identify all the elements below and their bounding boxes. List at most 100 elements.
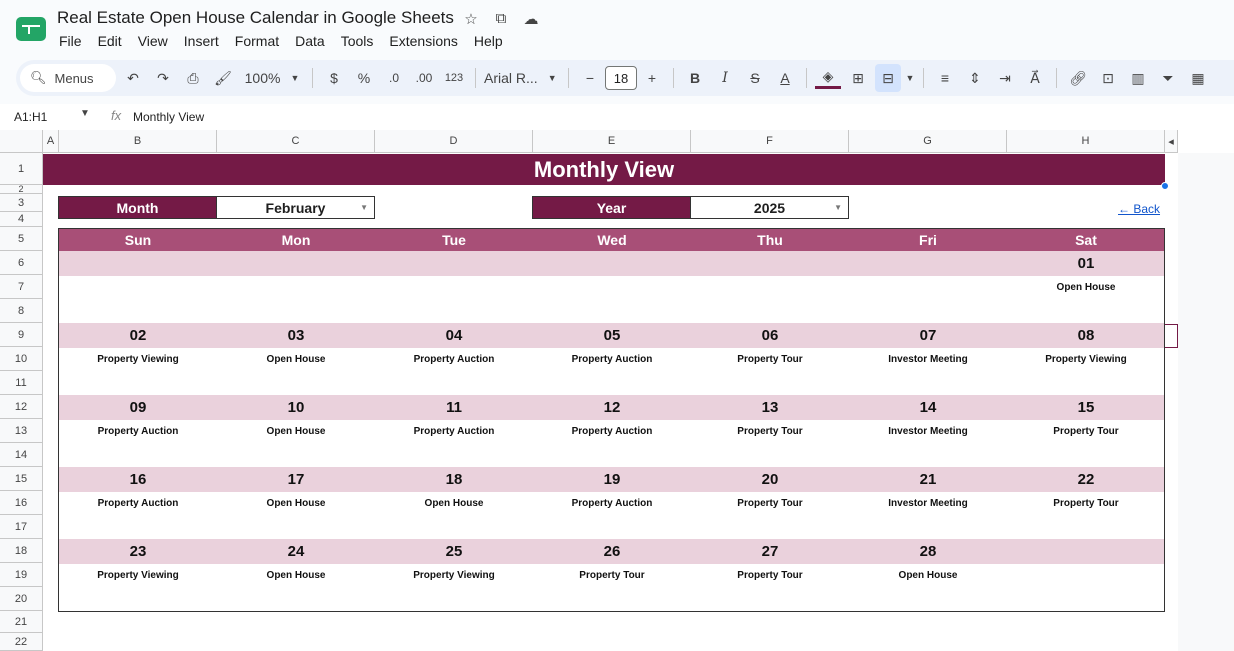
- calendar-event-label[interactable]: Property Auction: [59, 493, 217, 513]
- row-header-13[interactable]: 13: [0, 419, 43, 443]
- calendar-day-number[interactable]: 03: [217, 323, 375, 348]
- column-header-f[interactable]: F: [691, 130, 849, 153]
- row-header-11[interactable]: 11: [0, 371, 43, 395]
- menu-insert[interactable]: Insert: [184, 33, 219, 49]
- calendar-event-label[interactable]: [533, 277, 691, 297]
- cloud-status-icon[interactable]: ☁: [522, 10, 540, 28]
- row-header-15[interactable]: 15: [0, 467, 43, 491]
- menu-file[interactable]: File: [59, 33, 82, 49]
- calendar-event-label[interactable]: Open House: [217, 421, 375, 441]
- calendar-event-label[interactable]: [375, 277, 533, 297]
- row-header-20[interactable]: 20: [0, 587, 43, 611]
- calendar-day-number[interactable]: 04: [375, 323, 533, 348]
- calendar-event-label[interactable]: Open House: [1007, 277, 1165, 297]
- calendar-day-number[interactable]: 02: [59, 323, 217, 348]
- calendar-day-number[interactable]: 17: [217, 467, 375, 492]
- calendar-event-label[interactable]: Open House: [217, 493, 375, 513]
- row-header-12[interactable]: 12: [0, 395, 43, 419]
- decrease-font-size-icon[interactable]: −: [577, 64, 603, 92]
- number-format-button[interactable]: 123: [441, 64, 467, 92]
- insert-chart-icon[interactable]: ▥: [1125, 64, 1151, 92]
- insert-comment-icon[interactable]: ⊡: [1095, 64, 1121, 92]
- document-title[interactable]: Real Estate Open House Calendar in Googl…: [57, 8, 454, 28]
- year-dropdown[interactable]: 2025 ▼: [691, 196, 849, 219]
- calendar-event-label[interactable]: Investor Meeting: [849, 349, 1007, 369]
- calendar-event-label[interactable]: Open House: [217, 349, 375, 369]
- calendar-day-number[interactable]: 12: [533, 395, 691, 420]
- calendar-event-label[interactable]: Property Viewing: [59, 349, 217, 369]
- calendar-day-number[interactable]: [59, 251, 217, 276]
- text-wrapping-icon[interactable]: ⇥: [992, 64, 1018, 92]
- menu-edit[interactable]: Edit: [98, 33, 122, 49]
- calendar-day-number[interactable]: 10: [217, 395, 375, 420]
- select-all-corner[interactable]: [0, 130, 43, 153]
- calendar-event-label[interactable]: Property Tour: [1007, 493, 1165, 513]
- row-header-22[interactable]: 22: [0, 633, 43, 651]
- calendar-day-number[interactable]: 18: [375, 467, 533, 492]
- calendar-event-label[interactable]: [217, 277, 375, 297]
- calendar-day-number[interactable]: 26: [533, 539, 691, 564]
- column-header-a[interactable]: A: [43, 130, 59, 153]
- strikethrough-icon[interactable]: S: [742, 64, 768, 92]
- column-header-e[interactable]: E: [533, 130, 691, 153]
- sheets-logo-icon[interactable]: [16, 17, 46, 41]
- move-folder-icon[interactable]: ⧉: [492, 10, 510, 28]
- name-box[interactable]: A1:H1: [14, 110, 47, 124]
- calendar-event-label[interactable]: Property Viewing: [1007, 349, 1165, 369]
- calendar-day-number[interactable]: [1007, 539, 1165, 564]
- search-menus-button[interactable]: 🔍︎ Menus: [20, 64, 116, 92]
- font-select[interactable]: Arial R... ▼: [484, 64, 560, 92]
- menu-data[interactable]: Data: [295, 33, 325, 49]
- column-header-d[interactable]: D: [375, 130, 533, 153]
- borders-icon[interactable]: ⊞: [845, 64, 871, 92]
- calendar-event-label[interactable]: Open House: [849, 565, 1007, 585]
- calendar-day-number[interactable]: [691, 251, 849, 276]
- menu-format[interactable]: Format: [235, 33, 279, 49]
- row-header-10[interactable]: 10: [0, 347, 43, 371]
- redo-icon[interactable]: ↷: [150, 64, 176, 92]
- filter-views-icon[interactable]: ▦: [1185, 64, 1211, 92]
- percent-format-button[interactable]: %: [351, 64, 377, 92]
- row-header-9[interactable]: 9: [0, 323, 43, 347]
- calendar-event-label[interactable]: Investor Meeting: [849, 493, 1007, 513]
- fill-color-icon[interactable]: ◈: [815, 67, 841, 89]
- calendar-day-number[interactable]: 28: [849, 539, 1007, 564]
- calendar-event-label[interactable]: Property Auction: [533, 421, 691, 441]
- row-header-6[interactable]: 6: [0, 251, 43, 275]
- paint-format-icon[interactable]: 🖌︎: [210, 64, 236, 92]
- column-header-h[interactable]: H: [1007, 130, 1165, 153]
- calendar-event-label[interactable]: Investor Meeting: [849, 421, 1007, 441]
- calendar-event-label[interactable]: Property Tour: [533, 565, 691, 585]
- formula-input[interactable]: Monthly View: [133, 110, 204, 124]
- column-header-c[interactable]: C: [217, 130, 375, 153]
- row-header-7[interactable]: 7: [0, 275, 43, 299]
- calendar-day-number[interactable]: 24: [217, 539, 375, 564]
- calendar-event-label[interactable]: Property Auction: [375, 421, 533, 441]
- increase-font-size-icon[interactable]: +: [639, 64, 665, 92]
- calendar-day-number[interactable]: 05: [533, 323, 691, 348]
- calendar-day-number[interactable]: 09: [59, 395, 217, 420]
- currency-format-button[interactable]: $: [321, 64, 347, 92]
- row-header-14[interactable]: 14: [0, 443, 43, 467]
- zoom-select[interactable]: 100% ▼: [240, 64, 304, 92]
- text-rotation-icon[interactable]: A⃗: [1022, 64, 1048, 92]
- calendar-event-label[interactable]: Property Auction: [533, 349, 691, 369]
- calendar-day-number[interactable]: 21: [849, 467, 1007, 492]
- row-header-3[interactable]: 3: [0, 194, 43, 212]
- menu-view[interactable]: View: [138, 33, 168, 49]
- merge-cells-icon[interactable]: ⊟: [875, 64, 901, 92]
- calendar-event-label[interactable]: [59, 277, 217, 297]
- menu-tools[interactable]: Tools: [341, 33, 374, 49]
- calendar-day-number[interactable]: 19: [533, 467, 691, 492]
- calendar-day-number[interactable]: 22: [1007, 467, 1165, 492]
- calendar-event-label[interactable]: Property Auction: [533, 493, 691, 513]
- row-header-1[interactable]: 1: [0, 153, 43, 185]
- calendar-event-label[interactable]: Property Tour: [691, 493, 849, 513]
- monthly-view-banner[interactable]: Monthly View: [43, 154, 1165, 185]
- calendar-day-number[interactable]: 23: [59, 539, 217, 564]
- calendar-day-number[interactable]: 07: [849, 323, 1007, 348]
- calendar-event-label[interactable]: Property Tour: [1007, 421, 1165, 441]
- calendar-day-number[interactable]: 15: [1007, 395, 1165, 420]
- calendar-event-label[interactable]: [1007, 565, 1165, 585]
- column-header-b[interactable]: B: [59, 130, 217, 153]
